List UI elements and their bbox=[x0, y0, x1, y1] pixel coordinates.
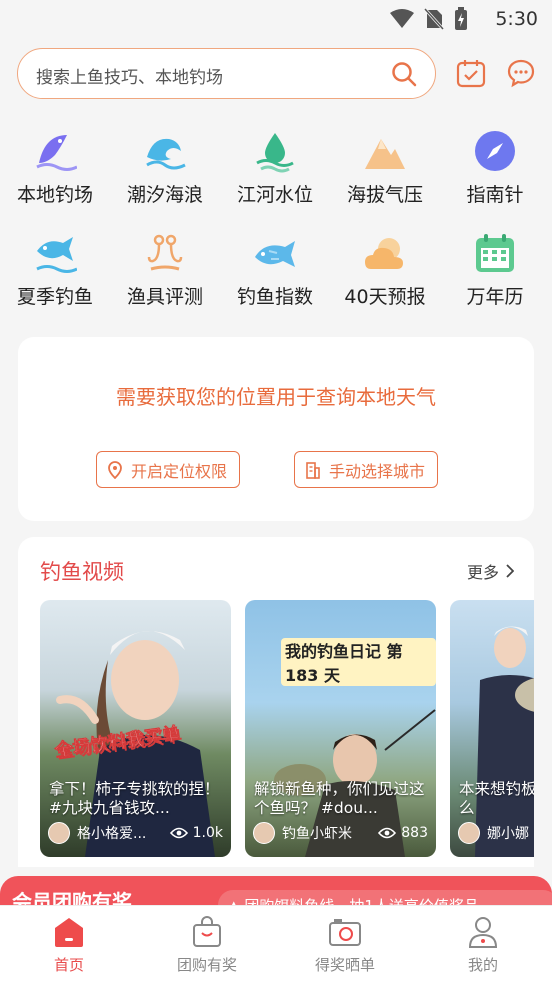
tab-label: 团购有奖 bbox=[176, 956, 237, 974]
video-author: 娜小娜 bbox=[487, 826, 529, 842]
grid-item-gear-review[interactable]: 渔具评测 bbox=[110, 230, 220, 309]
video-card[interactable]: 我的钓鱼日记 第 183 天 解锁新鱼种，你们见过这个鱼吗？ #dou... 钓… bbox=[245, 600, 436, 857]
video-thumbnail bbox=[475, 626, 534, 857]
video-overlay-text: 我的钓鱼日记 第 183 天 bbox=[281, 638, 436, 686]
compass-icon bbox=[475, 131, 515, 171]
status-bar: 5:30 bbox=[0, 0, 552, 40]
wave-icon bbox=[146, 138, 186, 170]
location-pin-icon bbox=[108, 460, 122, 479]
status-icons bbox=[390, 7, 468, 31]
camera-icon bbox=[329, 919, 361, 946]
grid-item-summer-fishing[interactable]: 夏季钓鱼 bbox=[0, 230, 110, 309]
tab-label: 我的 bbox=[467, 956, 498, 974]
weather-message: 需要获取您的位置用于查询本地天气 bbox=[116, 385, 436, 409]
video-title: 解锁新鱼种，你们见过这个鱼吗？ #dou... bbox=[254, 780, 425, 817]
grid-label: 渔具评测 bbox=[126, 286, 203, 308]
grid-item-water-level[interactable]: 江河水位 bbox=[220, 128, 330, 207]
chevron-right-icon bbox=[506, 564, 514, 578]
enable-location-button[interactable]: 开启定位权限 bbox=[96, 451, 241, 488]
fish-index-icon bbox=[255, 241, 295, 267]
cloud-icon bbox=[365, 238, 403, 269]
water-level-icon bbox=[256, 133, 294, 173]
calendar-icon bbox=[476, 234, 514, 272]
fish-jump-icon bbox=[36, 135, 77, 171]
section-title: 钓鱼视频 bbox=[40, 560, 124, 584]
eye-icon bbox=[169, 827, 188, 839]
bottom-tab-bar: 首页 团购有奖 得奖晒单 我的 bbox=[0, 905, 552, 981]
views-count: 1.0k bbox=[192, 825, 223, 841]
grid-item-fishing-index[interactable]: 钓鱼指数 bbox=[220, 230, 330, 309]
fishing-videos-section: 钓鱼视频 更多 全场饮料我买单 拿下！柿子专挑软的捏！ #九块九省钱攻... 格… bbox=[18, 537, 534, 867]
summer-fish-icon bbox=[36, 237, 77, 273]
video-meta: 格小格爱... 1.0k bbox=[48, 822, 223, 844]
grid-label: 海拔气压 bbox=[346, 184, 423, 206]
more-label: 更多 bbox=[466, 563, 499, 582]
video-card[interactable]: 全场饮料我买单 拿下！柿子专挑软的捏！ #九块九省钱攻... 格小格爱... 1… bbox=[40, 600, 231, 857]
city-building-icon bbox=[306, 461, 320, 479]
select-city-label: 手动选择城市 bbox=[329, 461, 426, 481]
wifi-icon bbox=[390, 9, 414, 28]
avatar bbox=[458, 822, 480, 844]
grid-item-compass[interactable]: 指南针 bbox=[440, 128, 550, 207]
status-time: 5:30 bbox=[495, 8, 538, 30]
tab-home[interactable]: 首页 bbox=[0, 916, 138, 975]
grid-item-altitude[interactable]: 海拔气压 bbox=[330, 128, 440, 207]
no-sim-icon bbox=[424, 8, 444, 30]
grid-item-perpetual-calendar[interactable]: 万年历 bbox=[440, 230, 550, 309]
views-count: 883 bbox=[401, 825, 428, 841]
video-views: 883 bbox=[378, 825, 428, 841]
hook-icon bbox=[147, 234, 183, 271]
video-views: 1.0k bbox=[169, 825, 223, 841]
weather-card: 需要获取您的位置用于查询本地天气 开启定位权限 手动选择城市 bbox=[18, 337, 534, 521]
search-input[interactable]: 搜索上鱼技巧、本地钓场 bbox=[17, 48, 436, 99]
grid-item-40day-forecast[interactable]: 40天预报 bbox=[330, 230, 440, 309]
grid-label: 江河水位 bbox=[236, 184, 313, 206]
grid-label: 万年历 bbox=[466, 286, 524, 308]
search-icon[interactable] bbox=[391, 61, 417, 87]
avatar bbox=[48, 822, 70, 844]
search-placeholder: 搜索上鱼技巧、本地钓场 bbox=[36, 68, 223, 88]
video-author: 格小格爱... bbox=[77, 826, 147, 842]
shopping-bag-icon bbox=[193, 916, 221, 947]
more-button[interactable]: 更多 bbox=[467, 559, 514, 583]
avatar bbox=[253, 822, 275, 844]
video-meta: 钓鱼小虾米 883 bbox=[253, 822, 428, 844]
select-city-button[interactable]: 手动选择城市 bbox=[294, 451, 439, 488]
enable-location-label: 开启定位权限 bbox=[131, 461, 228, 481]
video-author: 钓鱼小虾米 bbox=[282, 826, 352, 842]
battery-charging-icon bbox=[455, 7, 467, 30]
tab-group-buy[interactable]: 团购有奖 bbox=[138, 916, 276, 975]
grid-label: 指南针 bbox=[466, 184, 524, 206]
grid-label: 本地钓场 bbox=[16, 184, 93, 206]
calendar-check-icon[interactable] bbox=[456, 58, 486, 88]
video-card[interactable]: 本来想钓板，怎么 娜小娜 bbox=[450, 600, 534, 857]
tab-label: 首页 bbox=[53, 956, 84, 974]
video-meta: 娜小娜 bbox=[458, 822, 534, 844]
video-title: 本来想钓板，怎么 bbox=[459, 780, 534, 817]
grid-label: 夏季钓鱼 bbox=[16, 286, 93, 308]
user-icon bbox=[468, 917, 498, 948]
tab-prize-showcase[interactable]: 得奖晒单 bbox=[276, 916, 414, 975]
grid-item-tide[interactable]: 潮汐海浪 bbox=[110, 128, 220, 207]
tab-label: 得奖晒单 bbox=[314, 956, 375, 974]
tab-profile[interactable]: 我的 bbox=[414, 916, 552, 975]
grid-item-local-spots[interactable]: 本地钓场 bbox=[0, 128, 110, 207]
grid-label: 潮汐海浪 bbox=[126, 184, 203, 206]
eye-icon bbox=[378, 827, 397, 839]
video-title: 拿下！柿子专挑软的捏！ #九块九省钱攻... bbox=[49, 780, 220, 817]
grid-label: 钓鱼指数 bbox=[236, 286, 313, 308]
mountain-icon bbox=[365, 139, 405, 169]
home-icon bbox=[55, 918, 83, 947]
grid-label: 40天预报 bbox=[344, 286, 426, 308]
message-icon[interactable] bbox=[506, 58, 536, 88]
